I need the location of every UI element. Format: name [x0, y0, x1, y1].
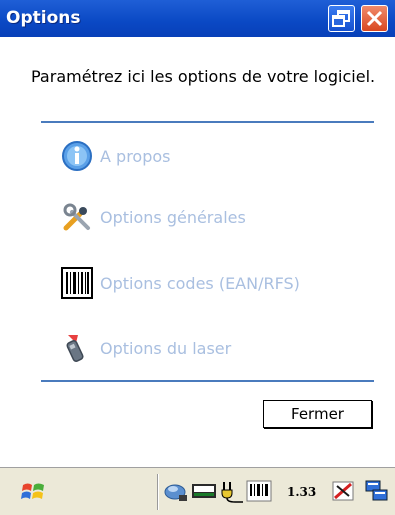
- separator-bottom: [41, 380, 374, 382]
- option-label: Options générales: [100, 207, 246, 227]
- restore-icon: [332, 10, 350, 27]
- taskbar: 1.33: [0, 467, 395, 515]
- option-codes[interactable]: Options codes (EAN/RFS): [60, 266, 300, 300]
- laser-scanner-icon: [66, 335, 84, 362]
- description-text: Paramétrez ici les options de votre logi…: [31, 67, 376, 86]
- close-window-button[interactable]: [361, 5, 388, 32]
- option-about[interactable]: A propos: [60, 139, 170, 173]
- option-general[interactable]: Options générales: [60, 200, 246, 234]
- info-icon: [62, 141, 92, 171]
- start-icon[interactable]: [19, 477, 47, 505]
- close-icon: [366, 10, 383, 27]
- barcode-tray-icon[interactable]: [246, 478, 272, 504]
- network-icon[interactable]: [163, 478, 189, 504]
- volume-muted-icon[interactable]: [331, 478, 357, 504]
- keyboard-icon[interactable]: [191, 478, 217, 504]
- close-button[interactable]: Fermer: [263, 400, 372, 428]
- option-label: Options codes (EAN/RFS): [100, 273, 300, 293]
- separator-top: [41, 121, 374, 123]
- power-icon[interactable]: [219, 478, 245, 504]
- window-title: Options: [6, 8, 81, 28]
- tools-icon: [63, 203, 90, 231]
- option-label: Options du laser: [100, 338, 232, 358]
- windows-switch-icon[interactable]: [364, 478, 390, 504]
- title-bar: Options: [0, 0, 395, 37]
- option-label: A propos: [100, 146, 171, 166]
- barcode-icon: [61, 267, 93, 299]
- restore-button[interactable]: [328, 5, 355, 32]
- option-laser[interactable]: Options du laser: [60, 331, 231, 365]
- clock: 1.33: [287, 485, 317, 499]
- tray-separator: [157, 474, 159, 510]
